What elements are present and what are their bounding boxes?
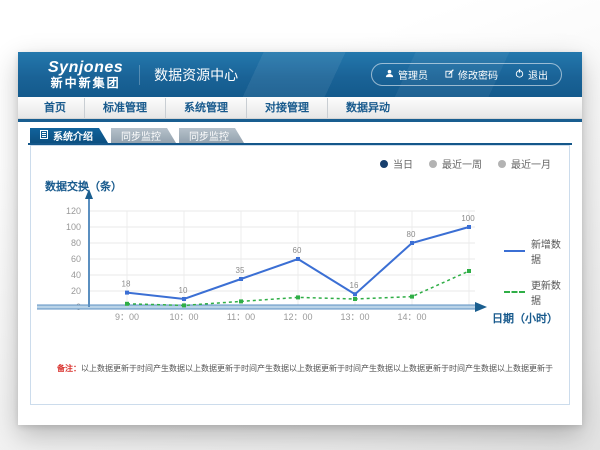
legend-label: 新增数据	[531, 236, 569, 266]
change-password-label: 修改密码	[458, 67, 498, 82]
radio-dot-icon	[429, 160, 437, 168]
legend-item-updated-data: 更新数据	[504, 277, 569, 307]
logout-button[interactable]: 退出	[515, 67, 548, 82]
radio-label: 当日	[393, 156, 413, 171]
legend-label: 更新数据	[531, 277, 569, 307]
app-header: Synjones 新中新集团 数据资源中心 管理员 修改密码 退出	[18, 52, 582, 97]
logo-text-cn: 新中新集团	[51, 77, 121, 90]
svg-text:13：00: 13：00	[340, 312, 369, 322]
document-icon	[40, 130, 48, 142]
svg-text:12：00: 12：00	[283, 312, 312, 322]
legend-swatch-solid	[504, 250, 525, 252]
svg-text:10: 10	[179, 286, 188, 295]
radio-last-month[interactable]: 最近一月	[498, 156, 551, 171]
radio-last-week[interactable]: 最近一周	[429, 156, 482, 171]
footnote-text: 以上数据更新于时间产生数据以上数据更新于时间产生数据以上数据更新于时间产生数据以…	[81, 364, 553, 373]
tab-label: 同步监控	[121, 128, 161, 143]
user-icon	[385, 69, 394, 81]
radio-label: 最近一月	[511, 156, 551, 171]
user-name-label: 管理员	[398, 67, 428, 82]
svg-text:11：00: 11：00	[227, 312, 255, 322]
content-area: 系统介绍 同步监控 同步监控 当日 最近一周	[18, 122, 582, 405]
nav-item-data-change[interactable]: 数据异动	[328, 98, 408, 118]
edit-icon	[445, 69, 454, 81]
radio-dot-icon	[498, 160, 506, 168]
svg-text:100: 100	[66, 222, 81, 232]
footnote: 备注：以上数据更新于时间产生数据以上数据更新于时间产生数据以上数据更新于时间产生…	[57, 363, 559, 374]
svg-text:60: 60	[293, 246, 302, 255]
tab-label: 同步监控	[189, 128, 229, 143]
user-account-button[interactable]: 管理员	[385, 67, 428, 82]
svg-text:10：00: 10：00	[169, 312, 198, 322]
chart-legend: 新增数据 更新数据	[504, 236, 569, 307]
radio-today[interactable]: 当日	[380, 156, 413, 171]
tab-bar: 系统介绍 同步监控 同步监控	[30, 128, 572, 143]
svg-text:100: 100	[461, 214, 475, 223]
tab-system-intro[interactable]: 系统介绍	[30, 128, 108, 143]
svg-text:80: 80	[71, 238, 81, 248]
svg-text:18: 18	[122, 280, 131, 289]
svg-text:80: 80	[407, 230, 416, 239]
footnote-prefix: 备注：	[57, 364, 81, 373]
nav-item-interface-mgmt[interactable]: 对接管理	[247, 98, 328, 118]
chart-panel: 当日 最近一周 最近一月 数据交换（条） 0204060801001209：00…	[30, 145, 570, 405]
tab-label: 系统介绍	[53, 128, 93, 143]
legend-swatch-dashed	[504, 291, 525, 293]
app-window: Synjones 新中新集团 数据资源中心 管理员 修改密码 退出	[18, 52, 582, 425]
legend-item-new-data: 新增数据	[504, 236, 569, 266]
company-logo: Synjones 新中新集团	[48, 60, 123, 89]
nav-item-system-mgmt[interactable]: 系统管理	[166, 98, 247, 118]
svg-text:9：00: 9：00	[115, 312, 139, 322]
nav-item-standard-mgmt[interactable]: 标准管理	[85, 98, 166, 118]
main-nav: 首页 标准管理 系统管理 对接管理 数据异动	[18, 97, 582, 119]
nav-item-home[interactable]: 首页	[26, 98, 85, 118]
page-title: 数据资源中心	[139, 65, 238, 85]
svg-text:35: 35	[236, 266, 245, 275]
svg-text:14：00: 14：00	[397, 312, 426, 322]
svg-text:120: 120	[66, 206, 81, 216]
svg-text:20: 20	[71, 286, 81, 296]
svg-text:60: 60	[71, 254, 81, 264]
svg-text:40: 40	[71, 270, 81, 280]
logo-text-en: Synjones	[48, 60, 123, 77]
x-axis-title: 日期（小时）	[492, 310, 558, 326]
radio-label: 最近一周	[442, 156, 482, 171]
radio-dot-icon	[380, 160, 388, 168]
svg-text:16: 16	[350, 281, 359, 290]
user-toolbar: 管理员 修改密码 退出	[371, 63, 562, 86]
logout-label: 退出	[528, 67, 548, 82]
change-password-button[interactable]: 修改密码	[445, 67, 498, 82]
date-range-radio-group: 当日 最近一周 最近一月	[380, 156, 551, 171]
tab-sync-monitor-2[interactable]: 同步监控	[179, 128, 244, 143]
tab-sync-monitor-1[interactable]: 同步监控	[111, 128, 176, 143]
power-icon	[515, 69, 524, 81]
